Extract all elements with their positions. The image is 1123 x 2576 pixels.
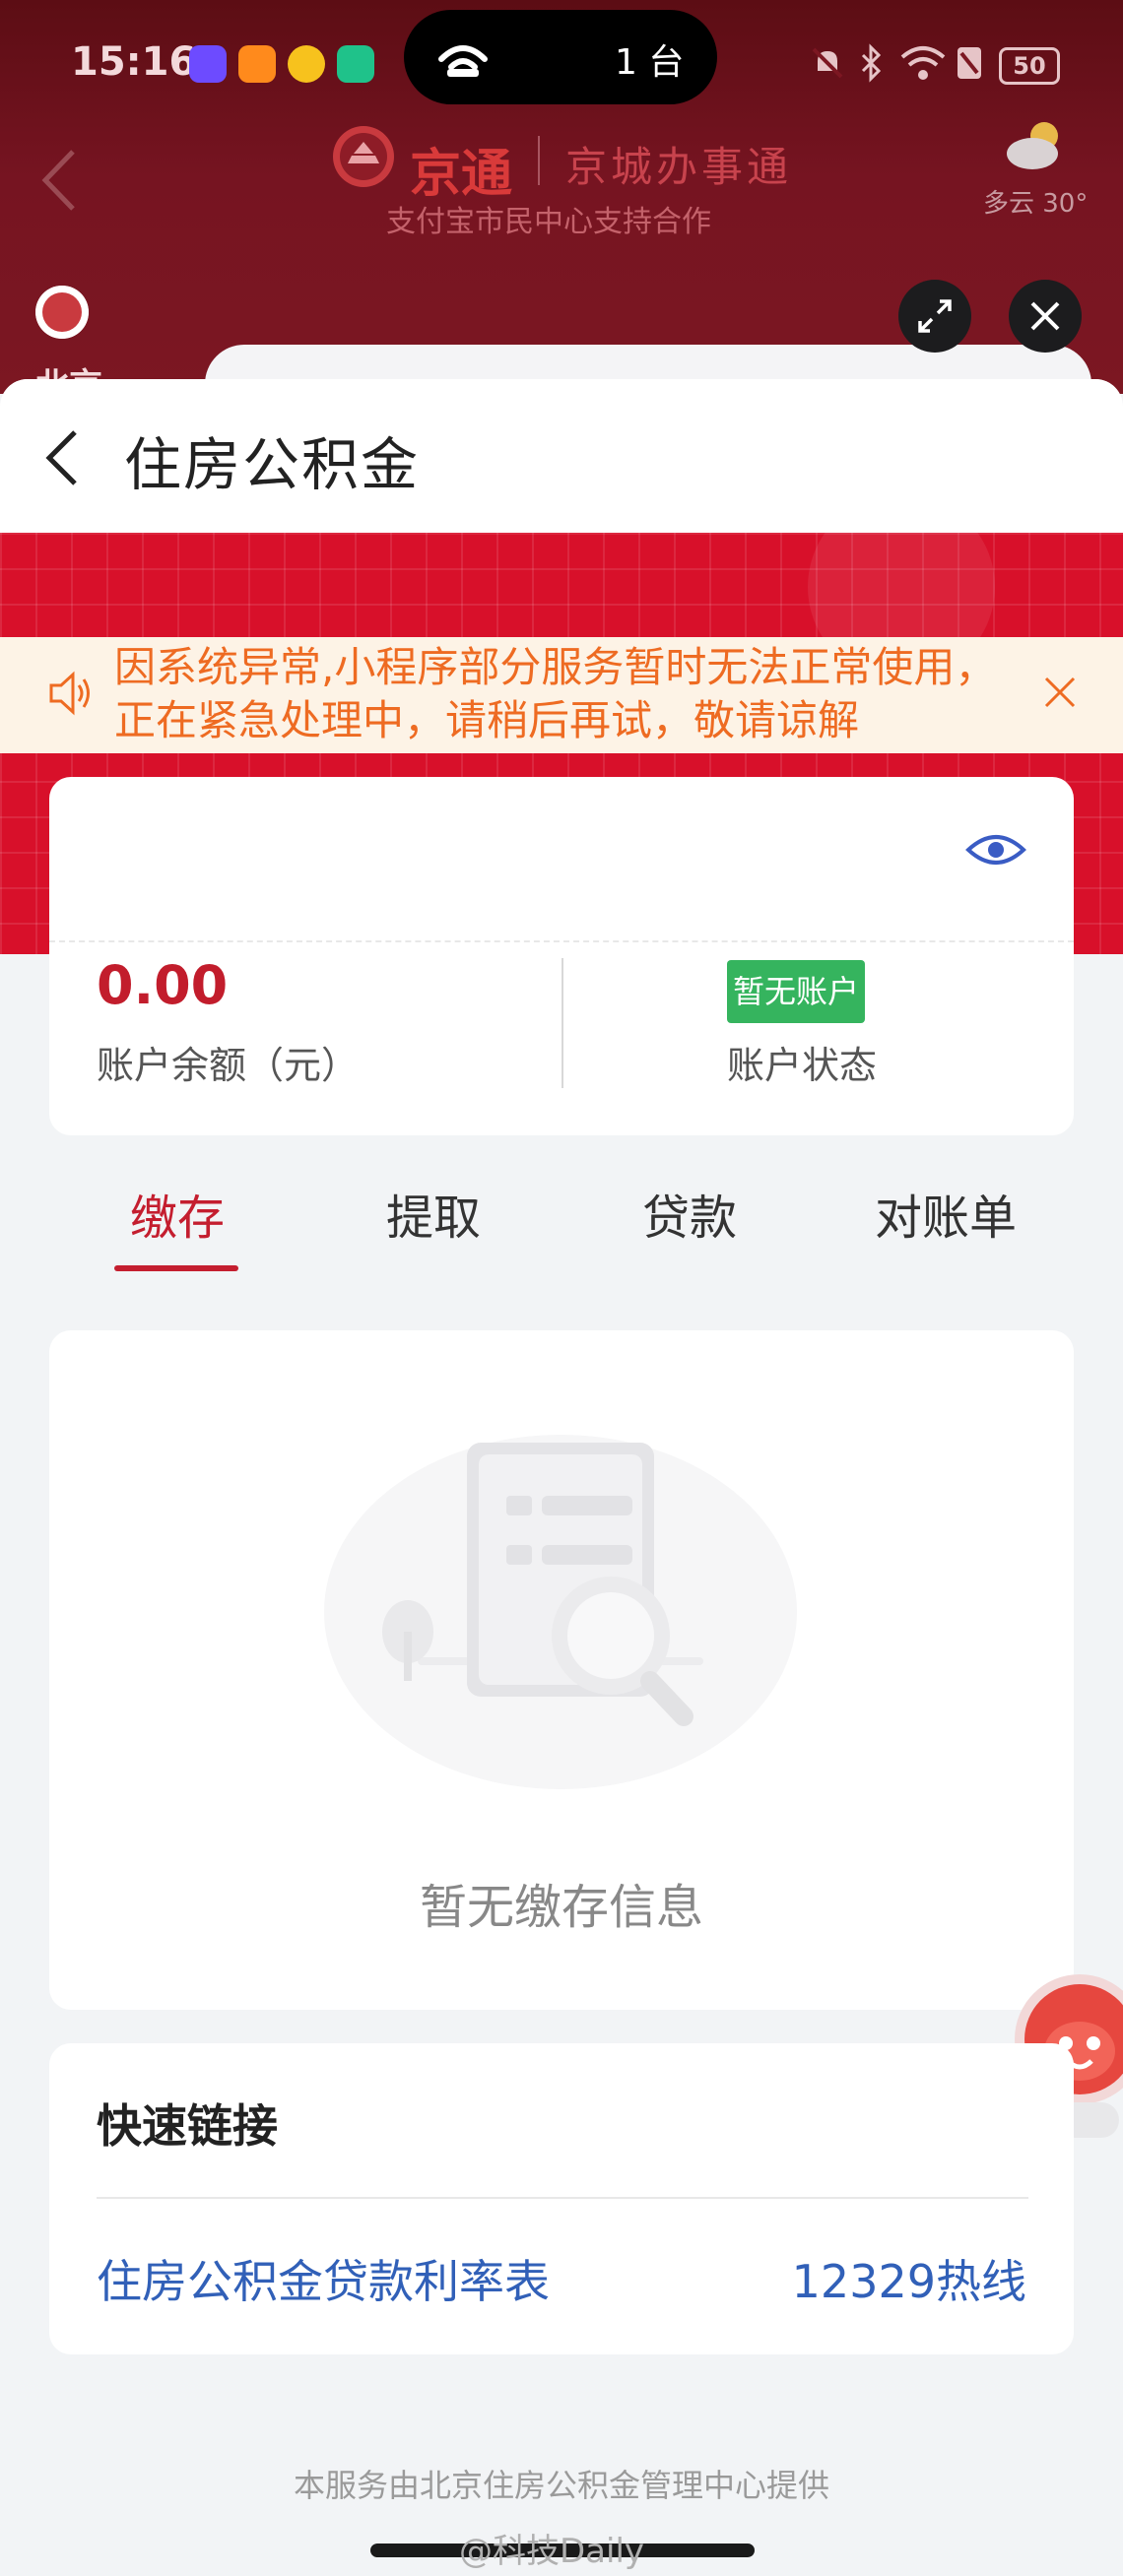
balance-label: 账户余额（元） [97,1044,360,1087]
weibo-icon [288,45,325,83]
footer-text: 本服务由北京住房公积金管理中心提供 [293,2467,829,2504]
status-label: 账户状态 [727,1044,878,1087]
app-notification-icon [189,45,227,83]
host-back-icon [41,150,75,211]
expand-button[interactable] [898,280,971,353]
dynamic-island: 1 台 [404,10,717,104]
sim-icon [958,47,981,79]
watermark: @科技Daily [459,2532,645,2571]
page-title: 住房公积金 [124,431,421,498]
empty-state-card: 暂无缴存信息 [49,1330,1074,2010]
quick-links-card: 快速链接 住房公积金贷款利率表 12329热线 [49,2043,1074,2354]
wifi-icon [900,46,946,80]
jingtong-badge-icon [35,286,89,339]
logo-subtext: 京城办事通 [565,143,793,191]
quick-links-title: 快速链接 [97,2099,278,2153]
tab-loan[interactable]: 贷款 [642,1179,737,1248]
jingtong-logo: 京通 京城办事通 [331,124,788,204]
device-count: 1 台 [615,42,685,83]
back-button[interactable] [41,428,81,487]
balance-value: 0.00 [97,954,229,1016]
hotspot-icon [438,45,488,77]
tab-withdraw[interactable]: 提取 [386,1179,481,1248]
notice-text: 因系统异常,小程序部分服务暂时无法正常使用，正在紧急处理中，请稍后再试，敬请谅解 [114,643,997,744]
tab-active-indicator [114,1265,238,1271]
cloudy-weather-icon [1007,122,1058,169]
empty-state-text: 暂无缴存信息 [419,1880,703,1935]
jingtong-emblem-icon [333,126,394,187]
battery-indicator: 50 [999,47,1060,85]
empty-document-search-icon [324,1435,797,1789]
quick-links-divider [97,2197,1028,2199]
expand-icon [918,299,952,333]
bluetooth-icon [861,43,882,83]
loan-rate-table-link[interactable]: 住房公积金贷款利率表 [97,2246,550,2311]
weather-text: 多云 30° [983,189,1089,219]
host-page-background: 15:16 1 台 50 京通 京城办事通 支付宝市民中心支持合作 多云 30° [0,0,1123,423]
close-icon [1030,301,1060,331]
account-card: 0.00 账户余额（元） 暂无账户 账户状态 [49,777,1074,1135]
tab-deposit[interactable]: 缴存 [130,1179,225,1248]
speaker-icon [49,671,90,716]
close-mini-program-button[interactable] [1009,280,1082,353]
mini-program-sheet: 住房公积金 因系统异常,小程序部分服务暂时无法正常使用，正在紧急处理中，请稍后再… [0,379,1123,2576]
hotline-link[interactable]: 12329热线 [792,2246,1026,2311]
app-notification-icon [238,45,276,83]
notice-bar: 因系统异常,小程序部分服务暂时无法正常使用，正在紧急处理中，请稍后再试，敬请谅解 [0,637,1123,753]
host-subtitle: 支付宝市民中心支持合作 [386,205,711,239]
status-badge: 暂无账户 [727,960,865,1023]
logo-divider [538,136,540,185]
card-divider [49,940,1074,942]
tab-statement[interactable]: 对账单 [875,1179,1017,1248]
app-notification-icon [337,45,374,83]
status-time: 15:16 [71,39,197,85]
eye-toggle-button[interactable] [965,830,1026,869]
card-separator [562,958,563,1088]
logo-text: 京通 [410,145,513,204]
mute-icon [812,47,843,79]
notice-close-button[interactable] [1042,675,1078,710]
